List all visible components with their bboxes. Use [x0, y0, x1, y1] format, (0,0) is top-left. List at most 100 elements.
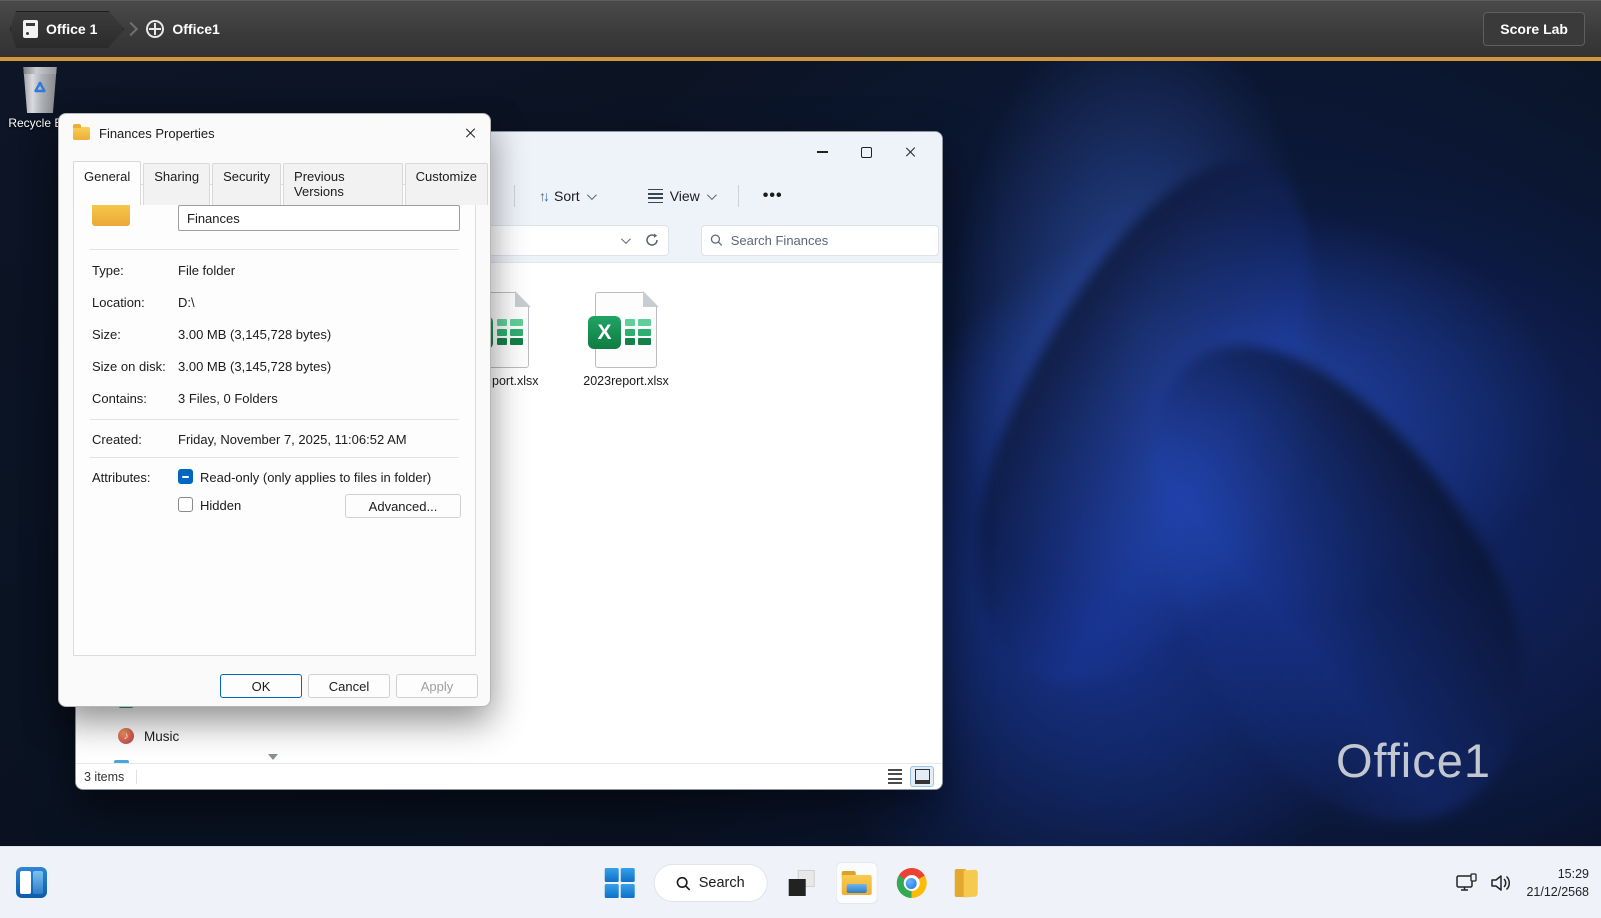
field-size: Size: 3.00 MB (3,145,728 bytes): [92, 327, 461, 342]
windows-circle-icon: [146, 20, 165, 38]
wallpaper-text: Office1: [1335, 734, 1491, 787]
field-value: 3 Files, 0 Folders: [178, 391, 278, 406]
search-input[interactable]: [730, 232, 930, 248]
taskbar-center: Search: [598, 847, 987, 918]
field-location: Location: D:\: [92, 295, 461, 310]
machine-icon: [23, 20, 38, 38]
field-size-on-disk: Size on disk: 3.00 MB (3,145,728 bytes): [92, 359, 461, 374]
tray-icons[interactable]: [1456, 873, 1512, 893]
task-view-icon: [788, 870, 815, 896]
start-button[interactable]: [598, 862, 640, 904]
session-tab[interactable]: Office1: [146, 20, 220, 38]
accent-divider: [0, 57, 1601, 61]
taskbar-clock[interactable]: 15:29 21/12/2568: [1526, 865, 1589, 901]
view-toggles: [884, 766, 934, 787]
details-view-button[interactable]: [884, 767, 906, 787]
attributes-label: Attributes:: [92, 470, 151, 485]
readonly-label: Read-only (only applies to files in fold…: [200, 470, 432, 485]
hidden-checkbox[interactable]: [178, 497, 193, 512]
chrome-taskbar-button[interactable]: [890, 862, 932, 904]
sort-arrows-icon: ↑↓: [539, 188, 550, 204]
ellipsis-icon: •••: [762, 187, 783, 204]
volume-icon: [1491, 875, 1511, 891]
breadcrumb-chevron-icon: [124, 21, 139, 37]
dialog-title: Finances Properties: [99, 125, 215, 141]
tab-customize[interactable]: Customize: [404, 163, 488, 205]
file-explorer-taskbar-button[interactable]: [835, 862, 878, 904]
widgets-icon[interactable]: [16, 867, 47, 898]
item-count: 3 items: [84, 769, 125, 784]
large-icons-view-button[interactable]: [910, 766, 934, 787]
status-divider: [136, 769, 138, 784]
tab-sharing[interactable]: Sharing: [143, 163, 211, 205]
field-created: Created: Friday, November 7, 2025, 11:06…: [92, 432, 461, 447]
chevron-down-icon: [586, 189, 597, 200]
apply-button[interactable]: Apply: [396, 674, 478, 698]
tab-previous-versions[interactable]: Previous Versions: [283, 163, 403, 205]
field-value: 3.00 MB (3,145,728 bytes): [178, 359, 332, 374]
sort-button[interactable]: ↑↓ Sort: [531, 182, 602, 210]
chrome-icon: [896, 868, 927, 898]
minimize-icon: [816, 151, 828, 153]
field-label: Contains:: [92, 391, 147, 406]
open-folder-icon: [954, 869, 978, 898]
field-type: Type: File folder: [92, 263, 461, 278]
machine-tab-label: Office 1: [46, 21, 98, 37]
close-button[interactable]: [888, 136, 932, 168]
see-more-button[interactable]: •••: [755, 181, 791, 211]
sidebar-item-label: Music: [144, 728, 180, 744]
field-label: Type:: [92, 263, 124, 278]
refresh-icon[interactable]: [644, 232, 660, 248]
view-button[interactable]: View: [640, 182, 722, 210]
divider: [90, 419, 459, 420]
recycle-bin-glyph: [23, 67, 57, 113]
field-value: 3.00 MB (3,145,728 bytes): [178, 327, 332, 342]
field-contains: Contains: 3 Files, 0 Folders: [92, 391, 461, 406]
toolbar-divider: [514, 185, 515, 207]
field-value: File folder: [178, 263, 236, 278]
notes-taskbar-button[interactable]: [945, 862, 987, 904]
readonly-checkbox[interactable]: [178, 469, 193, 484]
file-name: 2023report.xlsx: [583, 374, 669, 388]
score-lab-button[interactable]: Score Lab: [1483, 12, 1585, 46]
sidebar-item-music[interactable]: ♪ Music: [118, 728, 179, 744]
session-tab-label: Office1: [172, 21, 220, 37]
folder-name-input[interactable]: [178, 205, 460, 231]
recycle-arrows-icon: [34, 81, 46, 93]
maximize-icon: [860, 146, 872, 158]
close-icon: [464, 127, 476, 139]
ok-button[interactable]: OK: [220, 674, 302, 698]
field-label: Size:: [92, 327, 121, 342]
task-view-button[interactable]: [780, 862, 822, 904]
advanced-button[interactable]: Advanced...: [345, 494, 461, 518]
tab-general[interactable]: General: [73, 161, 142, 205]
taskbar-search[interactable]: Search: [653, 864, 768, 902]
dialog-titlebar: Finances Properties: [59, 114, 490, 152]
cancel-button[interactable]: Cancel: [308, 674, 390, 698]
excel-file-icon: X: [588, 290, 659, 368]
close-icon: [904, 146, 916, 158]
explorer-status-bar: 3 items: [76, 763, 942, 789]
refresh-button[interactable]: [674, 225, 704, 256]
search-icon: [676, 876, 691, 890]
file-item-report2[interactable]: X 2023report.xlsx: [566, 290, 686, 388]
divider: [90, 457, 459, 458]
window-controls: [800, 136, 932, 168]
tab-security[interactable]: Security: [212, 163, 282, 205]
maximize-button[interactable]: [844, 136, 888, 168]
sidebar-scroll-down-icon[interactable]: [268, 754, 278, 760]
address-dropdown-icon[interactable]: [620, 233, 631, 244]
dialog-close-button[interactable]: [450, 116, 490, 150]
field-label: Created:: [92, 432, 142, 447]
search-icon: [710, 234, 723, 246]
music-icon: ♪: [118, 728, 134, 744]
explorer-search-box[interactable]: [701, 224, 939, 256]
machine-tab[interactable]: Office 1: [10, 11, 124, 48]
field-label: Location:: [92, 295, 145, 310]
field-value: D:\: [178, 295, 195, 310]
minimize-button[interactable]: [800, 136, 844, 168]
view-label: View: [669, 188, 700, 204]
system-tray: 15:29 21/12/2568: [1456, 847, 1589, 918]
remote-session-bar: Office 1 Office1 Score Lab: [0, 0, 1601, 57]
sort-label: Sort: [554, 188, 580, 204]
